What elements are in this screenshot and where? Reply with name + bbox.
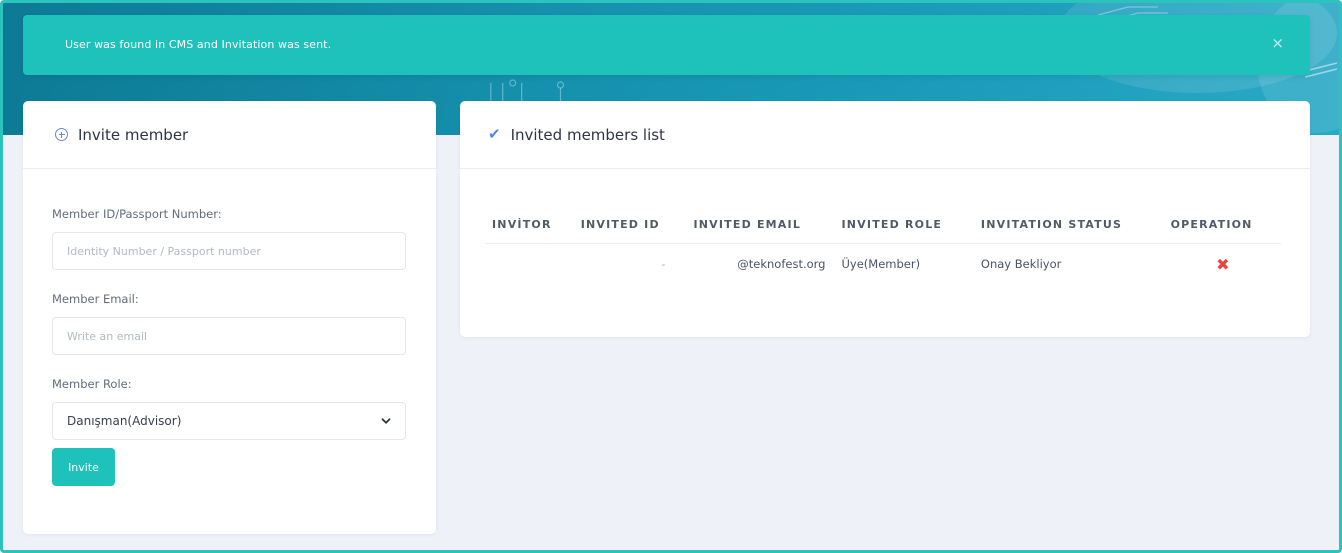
members-card-header: ✔ Invited members list xyxy=(460,101,1310,169)
member-role-selected: Danışman(Advisor) xyxy=(67,414,182,428)
members-card-title: Invited members list xyxy=(510,125,665,144)
member-email-input[interactable] xyxy=(52,317,406,355)
chevron-down-icon xyxy=(381,418,391,424)
invite-card-header: Invite member xyxy=(23,101,436,169)
invited-members-table: INVİTOR INVITED ID INVITED EMAIL INVITED… xyxy=(486,207,1281,285)
member-id-input[interactable] xyxy=(52,232,406,270)
check-icon: ✔ xyxy=(488,125,501,143)
cell-invited-id: - xyxy=(661,257,666,272)
page-frame: User was found in CMS and Invitation was… xyxy=(0,0,1342,553)
cell-operation: ✖ xyxy=(1165,243,1281,285)
column-header-invited-email: INVITED EMAIL xyxy=(687,207,836,244)
column-header-invitation-status: INVITATION STATUS xyxy=(974,207,1165,244)
invited-members-card: ✔ Invited members list INVİTOR INVITED I… xyxy=(460,101,1310,337)
table-row: - @teknofest.org Üye(Member) Onay Bekliy… xyxy=(486,243,1281,285)
cell-invited-email: @teknofest.org xyxy=(737,257,826,272)
cell-invited-role: Üye(Member) xyxy=(841,257,921,272)
column-header-invited-id: INVITED ID xyxy=(574,207,688,244)
cell-invitor xyxy=(486,243,575,285)
alert-message: User was found in CMS and Invitation was… xyxy=(65,38,332,51)
cell-invitation-status: Onay Bekliyor xyxy=(980,257,1062,272)
column-header-invitor: INVİTOR xyxy=(486,207,575,244)
delete-x-icon[interactable]: ✖ xyxy=(1216,255,1229,274)
table-header-row: INVİTOR INVITED ID INVITED EMAIL INVITED… xyxy=(486,207,1281,244)
invite-form: Member ID/Passport Number: Member Email:… xyxy=(23,169,436,486)
invite-button[interactable]: Invite xyxy=(52,448,115,486)
close-icon[interactable]: × xyxy=(1271,34,1284,52)
column-header-operation: OPERATION xyxy=(1164,207,1281,244)
member-id-label: Member ID/Passport Number: xyxy=(52,207,222,221)
member-role-select[interactable]: Danışman(Advisor) xyxy=(52,402,406,440)
member-email-label: Member Email: xyxy=(52,292,139,306)
column-header-invited-role: INVITED ROLE xyxy=(835,207,975,244)
invite-member-card: Invite member Member ID/Passport Number:… xyxy=(23,101,436,534)
success-alert: User was found in CMS and Invitation was… xyxy=(23,15,1310,75)
member-role-label: Member Role: xyxy=(52,377,132,391)
invite-card-title: Invite member xyxy=(78,125,189,144)
plus-circle-icon xyxy=(55,128,68,141)
